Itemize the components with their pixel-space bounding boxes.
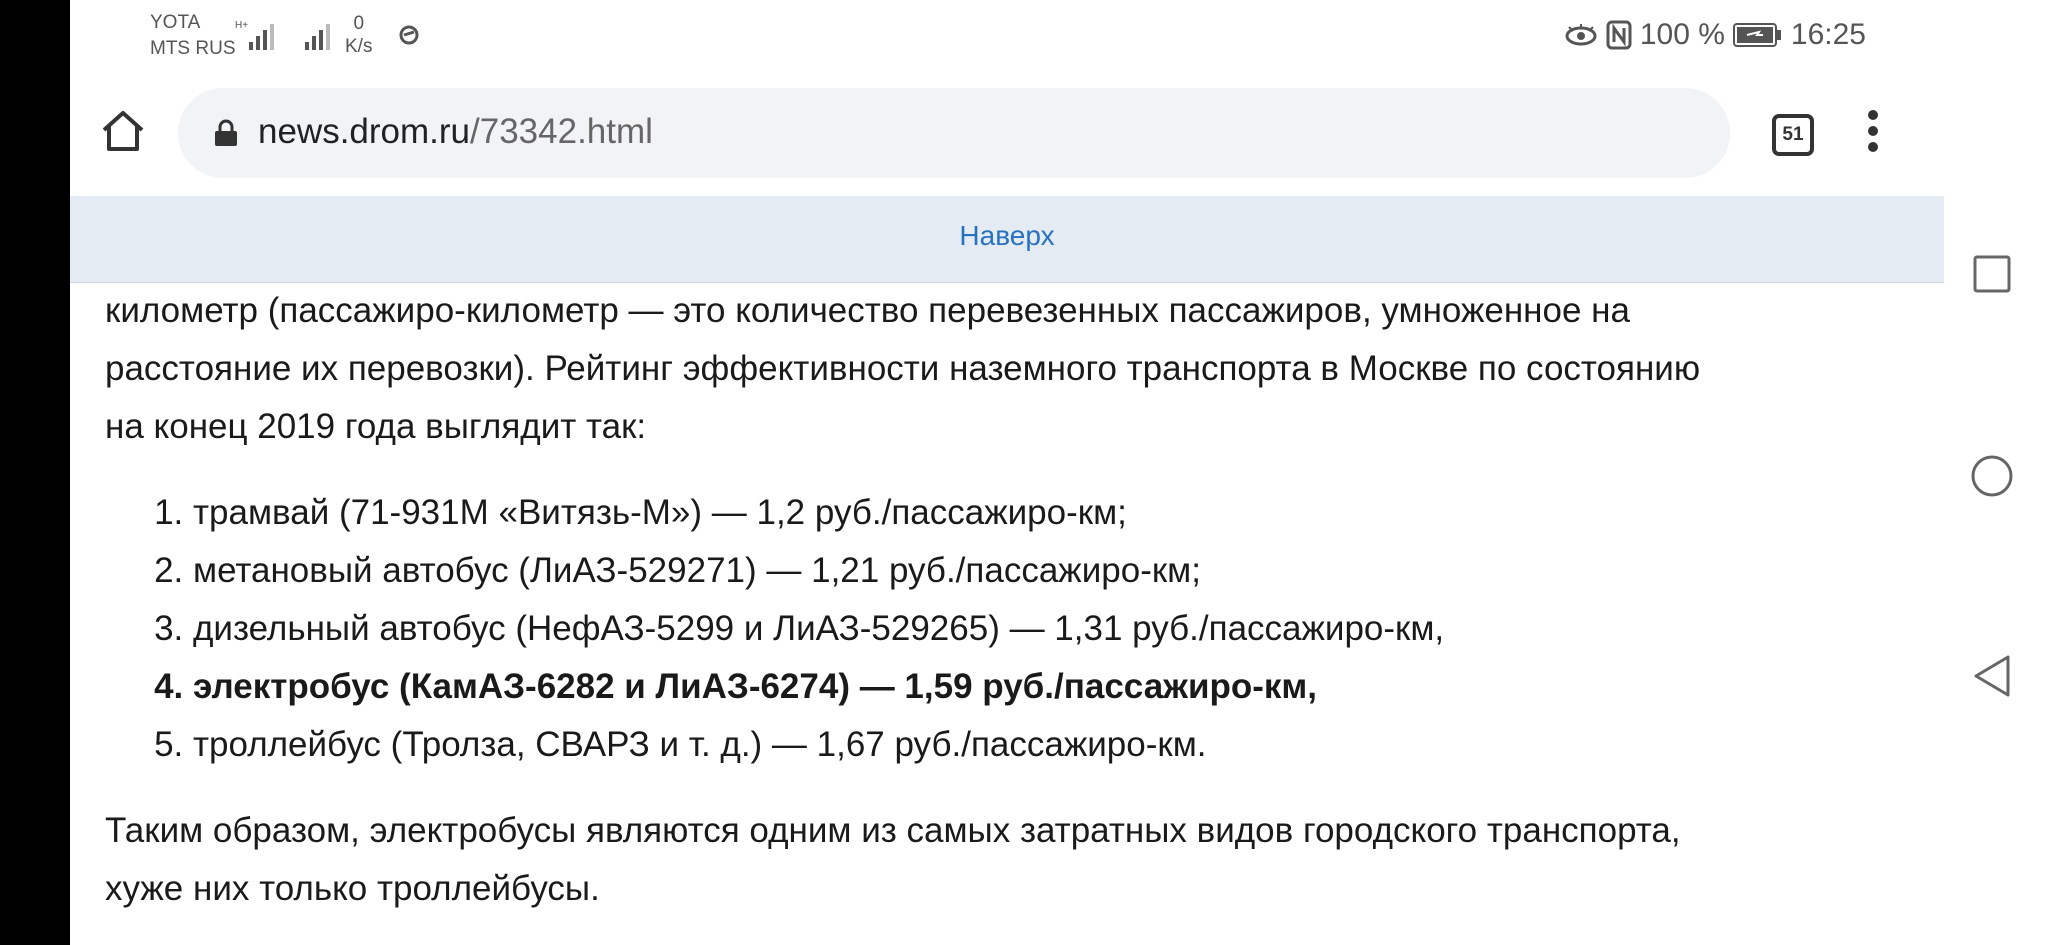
scroll-to-top-link[interactable]: Наверх [959, 220, 1054, 252]
address-bar[interactable]: news.drom.ru/73342.html [178, 88, 1730, 178]
outro-line: хуже них только троллейбусы. [105, 869, 600, 908]
intro-paragraph: километр (пассажиро-километр — это колич… [105, 282, 1915, 456]
list-item-highlighted: электробус (КамАЗ-6282 и ЛиАЗ-6274) — 1,… [193, 658, 1915, 716]
battery-percent: 100 % [1639, 18, 1725, 51]
efficiency-rating-list: трамвай (71-931М «Витязь-М») — 1,2 руб./… [105, 484, 1915, 774]
intro-line: на конец 2019 года выглядит так: [105, 407, 647, 446]
outro-paragraph: Таким образом, электробусы являются одни… [105, 802, 1915, 918]
url-domain: news.drom.ru [258, 112, 471, 151]
url-text[interactable]: news.drom.ru/73342.html [258, 112, 653, 152]
carrier-names: YOTA MTS RUS [150, 10, 236, 62]
recent-apps-icon[interactable] [1972, 254, 2012, 294]
home-icon[interactable] [100, 108, 146, 154]
intro-line: километр (пассажиро-километр — это колич… [105, 291, 1630, 330]
carrier-1: YOTA [150, 12, 201, 33]
signal-icon: H+ [235, 20, 274, 50]
svg-text:H+: H+ [235, 20, 248, 31]
sync-icon [399, 25, 419, 45]
overflow-menu-icon[interactable] [1866, 110, 1880, 154]
lock-icon [215, 119, 237, 146]
article-body: километр (пассажиро-километр — это колич… [105, 282, 1915, 918]
status-right: 100 % 16:25 [1564, 18, 1866, 52]
status-bar: YOTA MTS RUS H+ 0 K/s 100 % 16:25 [70, 0, 1944, 78]
list-item: трамвай (71-931М «Витязь-М») — 1,2 руб./… [193, 484, 1915, 542]
eye-comfort-icon [1565, 24, 1597, 46]
net-speed-value: 0 [353, 13, 365, 34]
browser-toolbar: news.drom.ru/73342.html 51 [70, 78, 1944, 197]
net-speed-unit: K/s [345, 36, 373, 57]
battery-icon [1732, 23, 1781, 47]
tab-switcher-button[interactable]: 51 [1772, 114, 1814, 156]
intro-line: расстояние их перевозки). Рейтинг эффект… [105, 349, 1701, 388]
url-path: /73342.html [470, 112, 653, 151]
scroll-to-top-bar[interactable]: Наверх [70, 196, 1944, 283]
outro-line: Таким образом, электробусы являются одни… [105, 811, 1681, 850]
browser-screen: YOTA MTS RUS H+ 0 K/s 100 % 16:25 news.d… [70, 0, 1944, 945]
signal-icon-2 [305, 24, 330, 50]
back-icon[interactable] [1972, 654, 2012, 698]
list-item: троллейбус (Тролза, СВАРЗ и т. д.) — 1,6… [193, 716, 1915, 774]
clock: 16:25 [1790, 18, 1866, 51]
home-nav-icon[interactable] [1970, 454, 2014, 498]
list-item: метановый автобус (ЛиАЗ-529271) — 1,21 р… [193, 542, 1915, 600]
carrier-2: MTS RUS [150, 38, 236, 59]
system-nav-bar [1944, 0, 2048, 945]
nfc-icon [1606, 20, 1632, 50]
net-speed: 0 K/s [345, 12, 372, 58]
list-item: дизельный автобус (НефАЗ-5299 и ЛиАЗ-529… [193, 600, 1915, 658]
